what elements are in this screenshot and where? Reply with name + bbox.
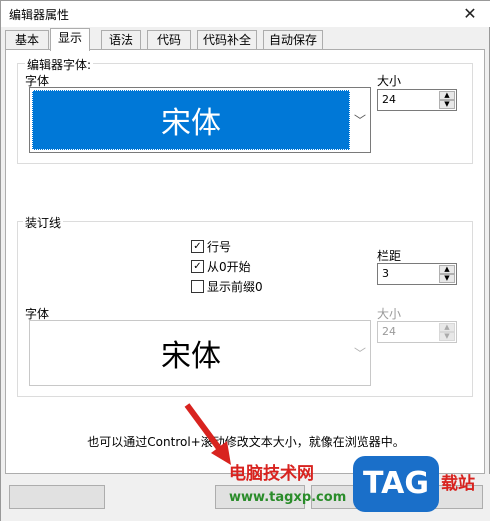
editor-size-label: 大小	[377, 74, 402, 88]
hint-text: 也可以通过Control+滚动修改文本大小，就像在浏览器中。	[87, 435, 405, 449]
margin-value: 3	[382, 267, 389, 280]
tab-code[interactable]: 代码	[147, 30, 191, 50]
gutter-font-select[interactable]: 宋体 ﹀	[29, 320, 371, 386]
margin-stepper[interactable]: 3 ▲ ▼	[377, 263, 457, 285]
margin-label: 栏距	[377, 249, 402, 263]
tag-logo: TAG	[353, 456, 439, 512]
line-number-checkbox[interactable]: ✓ 行号	[191, 239, 232, 254]
watermark-brand: 电脑技术网	[229, 464, 314, 484]
gutter-group-label: 装订线	[23, 214, 64, 231]
editor-font-value: 宋体	[32, 90, 350, 150]
checkbox-checked-icon: ✓	[191, 239, 204, 253]
decrement-icon[interactable]: ▼	[439, 274, 455, 283]
show-leading-zero-checkbox[interactable]: 显示前缀0	[191, 279, 263, 294]
start-from-zero-checkbox[interactable]: ✓ 从0开始	[191, 259, 251, 274]
tab-syntax[interactable]: 语法	[101, 30, 141, 50]
chevron-down-icon: ﹀	[353, 346, 366, 361]
decrement-icon[interactable]: ▼	[439, 100, 455, 109]
footer-button[interactable]	[9, 485, 105, 509]
increment-icon[interactable]: ▲	[439, 265, 455, 274]
close-icon[interactable]: ✕	[459, 3, 481, 25]
editor-properties-dialog: 编辑器属性 ✕ 基本 显示 语法 代码 代码补全 自动保存 编辑器字体: 字体 …	[0, 0, 490, 521]
editor-size-stepper[interactable]: 24 ▲ ▼	[377, 89, 457, 111]
gutter-size-stepper[interactable]: 24 ▲ ▼	[377, 321, 457, 343]
tab-code-completion[interactable]: 代码补全	[197, 30, 257, 50]
window-title: 编辑器属性	[9, 8, 70, 22]
gutter-size-label: 大小	[377, 307, 402, 321]
increment-icon[interactable]: ▲	[439, 91, 455, 100]
editor-size-value: 24	[382, 93, 396, 106]
watermark-side-text: 载站	[441, 474, 475, 494]
editor-font-select[interactable]: 宋体 ﹀	[29, 87, 371, 153]
checkbox-unchecked-icon	[191, 279, 204, 293]
line-number-label: 行号	[207, 239, 232, 254]
watermark-url: www.tagxp.com	[229, 490, 347, 505]
tab-display[interactable]: 显示	[50, 28, 90, 51]
checkbox-checked-icon: ✓	[191, 259, 204, 273]
show-leading-zero-label: 显示前缀0	[207, 279, 263, 294]
increment-icon[interactable]: ▲	[439, 323, 455, 332]
gutter-size-value: 24	[382, 325, 396, 338]
editor-font-group-label: 编辑器字体:	[25, 56, 94, 73]
start-from-zero-label: 从0开始	[207, 259, 251, 274]
decrement-icon[interactable]: ▼	[439, 332, 455, 341]
title-bar: 编辑器属性 ✕	[1, 1, 490, 27]
tab-autosave[interactable]: 自动保存	[263, 30, 323, 50]
chevron-down-icon: ﹀	[353, 113, 366, 128]
gutter-font-value: 宋体	[161, 339, 221, 374]
tab-basic[interactable]: 基本	[5, 30, 49, 50]
